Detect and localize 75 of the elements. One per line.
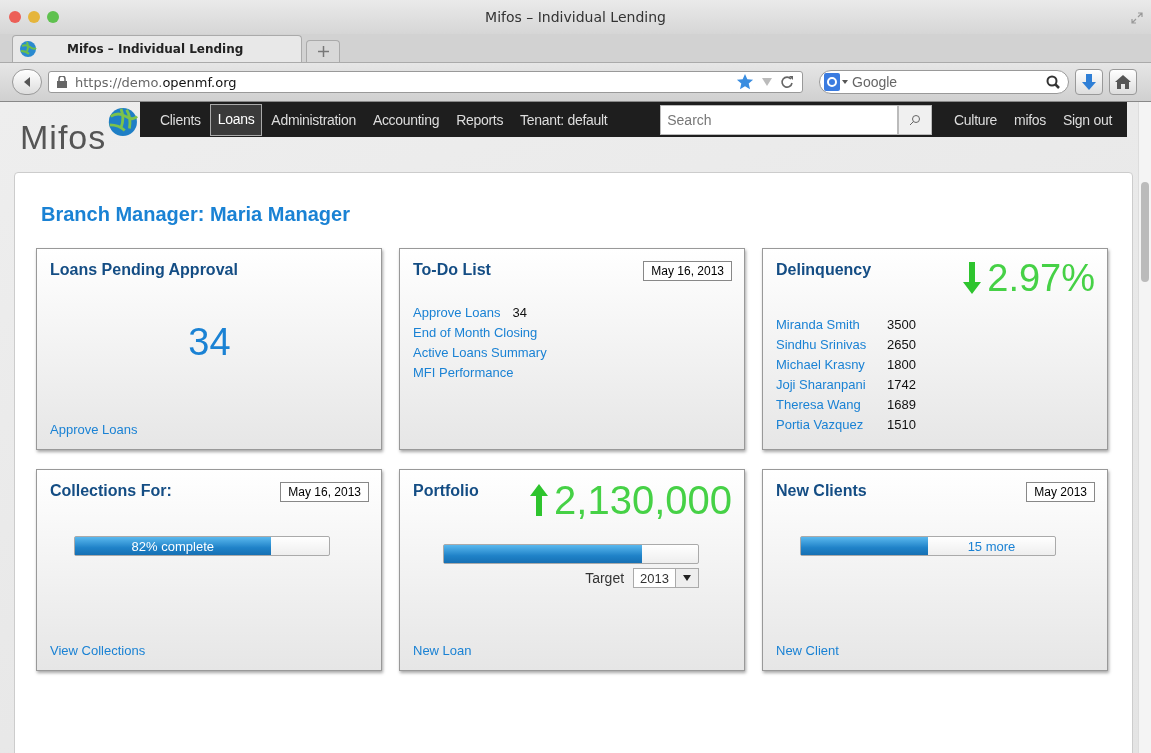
search-engine-icon (824, 73, 848, 91)
target-label: Target (585, 570, 625, 586)
plus-icon (317, 46, 329, 57)
nav-link[interactable]: Tenant: default (512, 104, 616, 135)
todo-link[interactable]: MFI Performance (413, 365, 514, 380)
amount-cell: 2650 (887, 337, 916, 352)
date-field[interactable]: May 16, 2013 (643, 261, 732, 281)
search-field[interactable]: Google (819, 70, 1069, 94)
nav-link[interactable]: Culture (946, 104, 1006, 135)
window-title: Mifos – Individual Lending (485, 9, 666, 25)
home-icon (1115, 75, 1131, 89)
card-title: Collections For: (50, 482, 172, 500)
client-link[interactable]: Miranda Smith (776, 317, 887, 332)
new-tab-button[interactable] (306, 40, 340, 62)
card-title: Portfolio (413, 482, 479, 500)
globe-icon (19, 40, 37, 58)
client-link[interactable]: Theresa Wang (776, 397, 887, 412)
search-button[interactable] (898, 104, 933, 135)
card-link[interactable]: New Loan (413, 643, 732, 658)
pending-count: 34 (187, 321, 232, 365)
reload-icon[interactable] (780, 75, 794, 89)
client-link[interactable]: Michael Krasny (776, 357, 887, 372)
nav-link[interactable]: mifos (1006, 104, 1054, 135)
todo-link[interactable]: End of Month Closing (413, 325, 538, 340)
card-title: Loans Pending Approval (50, 261, 238, 279)
amount-cell: 1689 (887, 397, 916, 412)
search-icon[interactable] (1046, 75, 1060, 89)
client-link[interactable]: Joji Sharanpani (776, 377, 887, 392)
card-link[interactable]: New Client (776, 643, 1095, 658)
download-button[interactable] (1075, 69, 1103, 95)
page-title: Branch Manager: Maria Manager (41, 203, 351, 226)
fullscreen-icon[interactable] (1131, 12, 1143, 24)
trend-value: 2.97% (987, 259, 1095, 297)
back-button[interactable] (12, 69, 42, 95)
year-select[interactable]: 2013 (633, 568, 699, 588)
browser-tab[interactable]: Mifos – Individual Lending (12, 35, 302, 62)
card-title: Delinquency (776, 261, 872, 279)
close-button[interactable] (9, 11, 21, 23)
card-link[interactable]: View Collections (50, 643, 369, 658)
zoom-button[interactable] (47, 11, 59, 23)
nav-link[interactable]: Administration (263, 104, 364, 135)
address-bar[interactable]: https://demo.openmf.org (48, 71, 803, 93)
todo-count: 34 (512, 305, 527, 320)
scrollbar[interactable] (1138, 102, 1151, 753)
nav-link[interactable]: Reports (448, 104, 512, 135)
date-field[interactable]: May 16, 2013 (280, 482, 369, 502)
down-arrow-icon (1082, 74, 1096, 90)
todo-link[interactable]: Active Loans Summary (413, 345, 547, 360)
trend-value: 2,130,000 (554, 480, 732, 520)
progress-label: 82% complete (130, 537, 215, 555)
search-icon (909, 113, 922, 126)
amount-cell: 3500 (887, 317, 916, 332)
url-text: https://demo.openmf.org (75, 74, 237, 90)
caret-icon (683, 575, 691, 581)
date-field[interactable]: May 2013 (1026, 482, 1095, 502)
client-link[interactable]: Portia Vazquez (776, 417, 887, 432)
nav-link[interactable]: Accounting (364, 104, 448, 135)
nav-link[interactable]: Loans (209, 103, 263, 136)
star-icon[interactable] (736, 73, 754, 91)
dropdown-icon[interactable] (762, 78, 772, 86)
search-field[interactable]: Search (660, 104, 899, 135)
amount-cell: 1742 (887, 377, 916, 392)
nav-link[interactable]: Sign out (1055, 104, 1120, 135)
card-title: To-Do List (413, 261, 491, 279)
card-link[interactable]: Approve Loans (50, 422, 369, 437)
client-link[interactable]: Sindhu Srinivas (776, 337, 887, 352)
progress-label: 15 more (966, 537, 1017, 555)
home-button[interactable] (1109, 69, 1137, 95)
card-title: New Clients (776, 482, 867, 500)
logo[interactable]: Mifos (0, 102, 140, 172)
lock-icon (57, 76, 67, 88)
nav-link[interactable]: Clients (152, 104, 209, 135)
amount-cell: 1800 (887, 357, 916, 372)
amount-cell: 1510 (887, 417, 916, 432)
todo-link[interactable]: Approve Loans (413, 305, 501, 320)
